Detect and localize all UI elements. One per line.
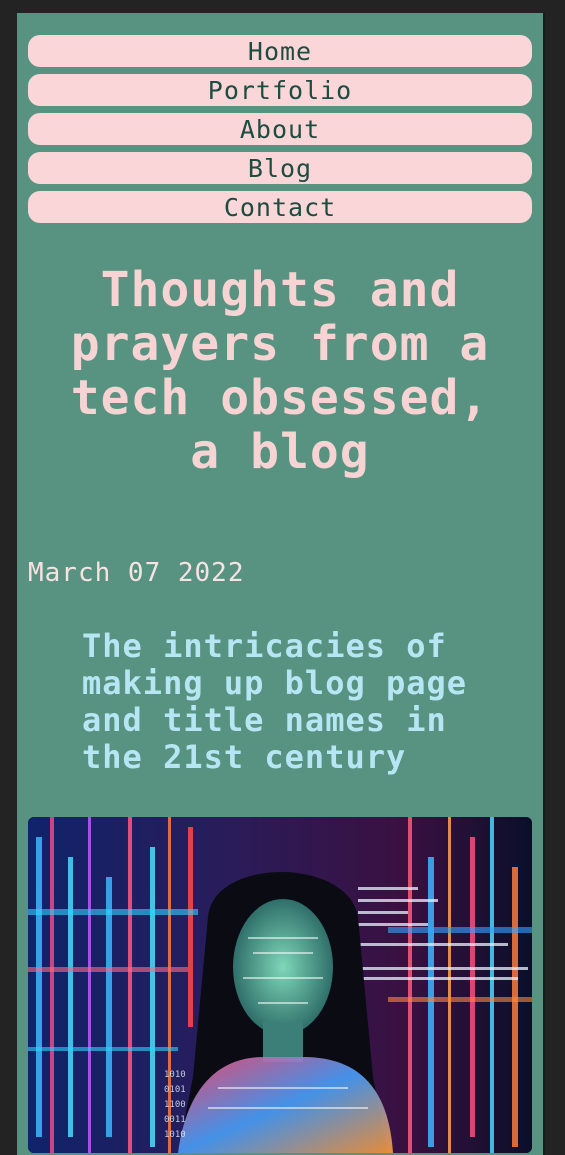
svg-text:1010: 1010 xyxy=(164,1070,186,1080)
site-title: Thoughts and prayers from a tech obsesse… xyxy=(70,262,490,480)
nav-about-button[interactable]: About xyxy=(28,113,532,145)
post-date: March 07 2022 xyxy=(28,558,245,588)
nav-blog-button[interactable]: Blog xyxy=(28,152,532,184)
nav-home-button[interactable]: Home xyxy=(28,35,532,67)
nav-portfolio-button[interactable]: Portfolio xyxy=(28,74,532,106)
main-nav: Home Portfolio About Blog Contact xyxy=(28,35,532,230)
post-title[interactable]: The intricacies of making up blog page a… xyxy=(82,628,522,776)
svg-text:1010: 1010 xyxy=(164,1130,186,1140)
page-container: Home Portfolio About Blog Contact Though… xyxy=(17,13,543,1155)
page-divider xyxy=(543,13,545,1155)
svg-text:1100: 1100 xyxy=(164,1100,186,1110)
svg-text:0011: 0011 xyxy=(164,1115,186,1125)
post-hero-image: 1010 0101 1100 0011 1010 xyxy=(28,817,532,1153)
nav-contact-button[interactable]: Contact xyxy=(28,191,532,223)
svg-text:0101: 0101 xyxy=(164,1085,186,1095)
